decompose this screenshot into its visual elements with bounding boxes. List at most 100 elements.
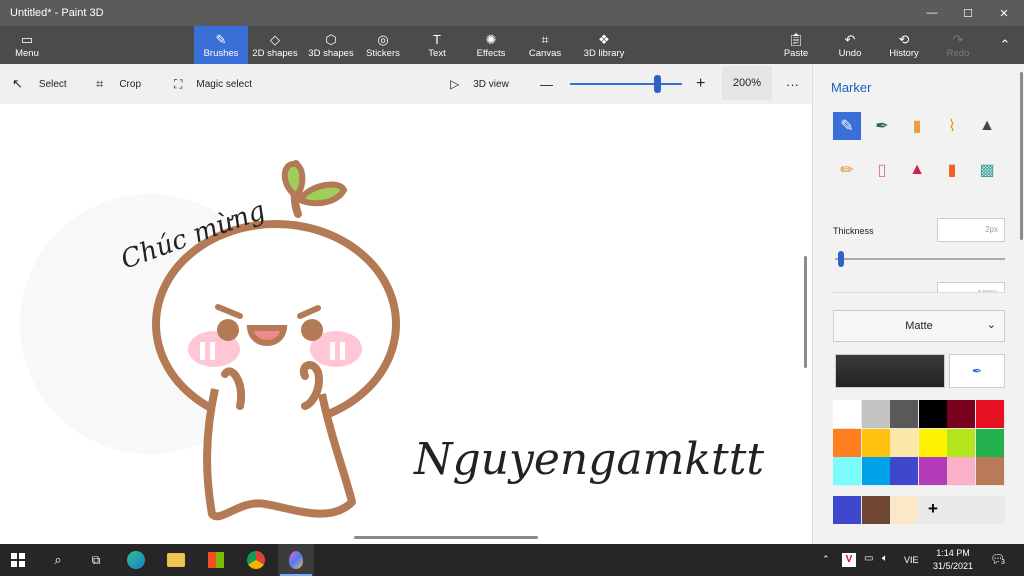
zoom-in-button[interactable]: + xyxy=(696,64,705,104)
color-swatch[interactable] xyxy=(918,428,947,457)
color-swatch[interactable] xyxy=(918,400,947,428)
file-explorer-app[interactable] xyxy=(158,544,194,576)
magic-select-tool[interactable]: ⛶ Magic select xyxy=(174,64,252,104)
brush-spray-can[interactable]: ▮ xyxy=(938,156,966,184)
search-button[interactable]: ⌕ xyxy=(40,544,76,576)
tool-label: Effects xyxy=(476,47,506,59)
tool-3d-shapes[interactable]: ⬡ 3D shapes xyxy=(306,26,356,64)
color-swatch[interactable] xyxy=(861,428,890,457)
menu-label: Menu xyxy=(15,47,39,59)
tool-brushes[interactable]: ✎ Brushes xyxy=(194,26,248,64)
custom-color-swatch[interactable] xyxy=(861,496,890,524)
custom-color-swatch[interactable] xyxy=(833,496,861,524)
color-swatch[interactable] xyxy=(890,457,919,486)
close-button[interactable]: ✕ xyxy=(986,0,1022,26)
zoom-out-button[interactable]: — xyxy=(540,64,553,104)
paste-button[interactable]: 📋︎ Paste xyxy=(776,26,816,64)
horizontal-scrollbar[interactable] xyxy=(354,536,538,539)
color-swatch[interactable] xyxy=(976,457,1004,486)
task-view-button[interactable]: ⧉ xyxy=(78,544,114,576)
opacity-input[interactable]: 100% xyxy=(937,282,1005,292)
thickness-input[interactable]: 2px xyxy=(937,218,1005,242)
color-swatch[interactable] xyxy=(947,457,976,486)
thickness-slider-thumb[interactable] xyxy=(838,251,845,267)
notification-button[interactable]: 💬︎ 3 xyxy=(990,552,1007,566)
more-options-button[interactable]: ··· xyxy=(786,64,799,104)
history-button[interactable]: ⟲ History xyxy=(884,26,924,64)
brush-pencil[interactable]: ✏ xyxy=(833,156,861,184)
canvas-area[interactable]: Chúc mừng Nguyengamkttt xyxy=(0,104,812,544)
panel-scrollbar[interactable] xyxy=(1020,72,1023,240)
current-color-swatch[interactable] xyxy=(835,354,945,388)
clock-time: 1:14 PM xyxy=(936,548,970,558)
minimize-button[interactable]: — xyxy=(914,0,950,26)
tool-effects[interactable]: ✺ Effects xyxy=(468,26,514,64)
redo-button[interactable]: ↷ Redo xyxy=(938,26,978,64)
3d-view-toggle[interactable]: ▷ 3D view xyxy=(450,64,509,104)
brush-watercolor[interactable]: ⌇ xyxy=(938,112,966,140)
start-button[interactable] xyxy=(0,544,36,576)
thickness-slider-track[interactable] xyxy=(835,258,1005,260)
zoom-level[interactable]: 200% xyxy=(722,66,772,100)
edge-app[interactable] xyxy=(118,544,154,576)
color-swatch[interactable] xyxy=(918,457,947,486)
watercolor-icon: ⌇ xyxy=(948,118,956,135)
chrome-app[interactable] xyxy=(238,544,274,576)
calligraphy-pen-icon: ✒ xyxy=(875,118,889,135)
color-swatch[interactable] xyxy=(947,428,976,457)
crop-tool[interactable]: ⌗ Crop xyxy=(96,64,141,104)
clock[interactable]: 1:14 PM 31/5/2021 xyxy=(930,548,976,571)
undo-button[interactable]: ↶ Undo xyxy=(830,26,870,64)
brush-pen[interactable]: ▲ xyxy=(973,112,1001,140)
brush-eraser[interactable]: ▯ xyxy=(868,156,896,184)
finish-dropdown[interactable]: Matte ⌄ xyxy=(833,310,1005,342)
brush-crayon[interactable]: ▲ xyxy=(903,156,931,184)
redo-label: Redo xyxy=(946,47,970,59)
vietkey-icon[interactable]: V xyxy=(842,553,856,567)
chevron-up-icon[interactable]: ⌃ xyxy=(822,554,830,565)
taskbar: ⌕ ⧉ ⌃ V ▭ 🔈︎ VIE 1:14 PM 31/5/2021 💬︎ 3 xyxy=(0,544,1024,576)
eyedropper-button[interactable]: ✒ xyxy=(949,354,1005,388)
add-color-button[interactable]: + xyxy=(919,499,947,521)
color-swatch[interactable] xyxy=(947,400,976,428)
language-indicator[interactable]: VIE xyxy=(904,555,919,565)
color-swatch[interactable] xyxy=(890,400,919,428)
tool-stickers[interactable]: ◎ Stickers xyxy=(360,26,406,64)
custom-color-swatch[interactable] xyxy=(890,496,919,524)
drawing-canvas[interactable]: Chúc mừng Nguyengamkttt xyxy=(0,104,812,544)
magic-select-icon: ⛶ xyxy=(174,76,183,91)
volume-icon[interactable]: 🔈︎ xyxy=(882,553,888,564)
brush-calligraphy-pen[interactable]: ✒ xyxy=(868,112,896,140)
vertical-scrollbar[interactable] xyxy=(804,256,807,368)
tool-canvas[interactable]: ⌗ Canvas xyxy=(522,26,568,64)
paint3d-app[interactable] xyxy=(278,544,314,576)
text-icon: T xyxy=(433,31,441,47)
color-swatch[interactable] xyxy=(976,400,1004,428)
color-swatch[interactable] xyxy=(833,428,861,457)
tool-text[interactable]: T Text xyxy=(414,26,460,64)
eyedropper-icon: ✒ xyxy=(971,364,983,378)
battery-icon[interactable]: ▭ xyxy=(864,553,873,564)
zoom-slider-thumb[interactable] xyxy=(654,75,662,93)
color-swatch[interactable] xyxy=(833,457,861,486)
select-tool[interactable]: ↖ Select xyxy=(12,64,67,104)
color-swatch[interactable] xyxy=(833,400,861,428)
color-swatch[interactable] xyxy=(976,428,1004,457)
menu-button[interactable]: ▭ Menu xyxy=(6,26,48,64)
brush-marker[interactable]: ✎ xyxy=(833,112,861,140)
color-swatch[interactable] xyxy=(890,428,919,457)
store-icon xyxy=(208,552,224,568)
tool-2d-shapes[interactable]: ◇ 2D shapes xyxy=(250,26,300,64)
tool-label: Brushes xyxy=(203,47,239,59)
collapse-ribbon-button[interactable]: ⌃ xyxy=(990,26,1020,64)
color-swatch[interactable] xyxy=(861,400,890,428)
2d-shapes-icon: ◇ xyxy=(270,31,280,47)
store-app[interactable] xyxy=(198,544,234,576)
maximize-button[interactable]: ☐ xyxy=(950,0,986,26)
color-swatch[interactable] xyxy=(861,457,890,486)
brush-fill-bucket[interactable]: ▩ xyxy=(973,156,1001,184)
tool-3d-library[interactable]: ❖ 3D library xyxy=(578,26,630,64)
finish-value: Matte xyxy=(905,320,933,332)
brush-oil-brush[interactable]: ▮ xyxy=(903,112,931,140)
zoom-slider-track[interactable] xyxy=(570,83,682,85)
